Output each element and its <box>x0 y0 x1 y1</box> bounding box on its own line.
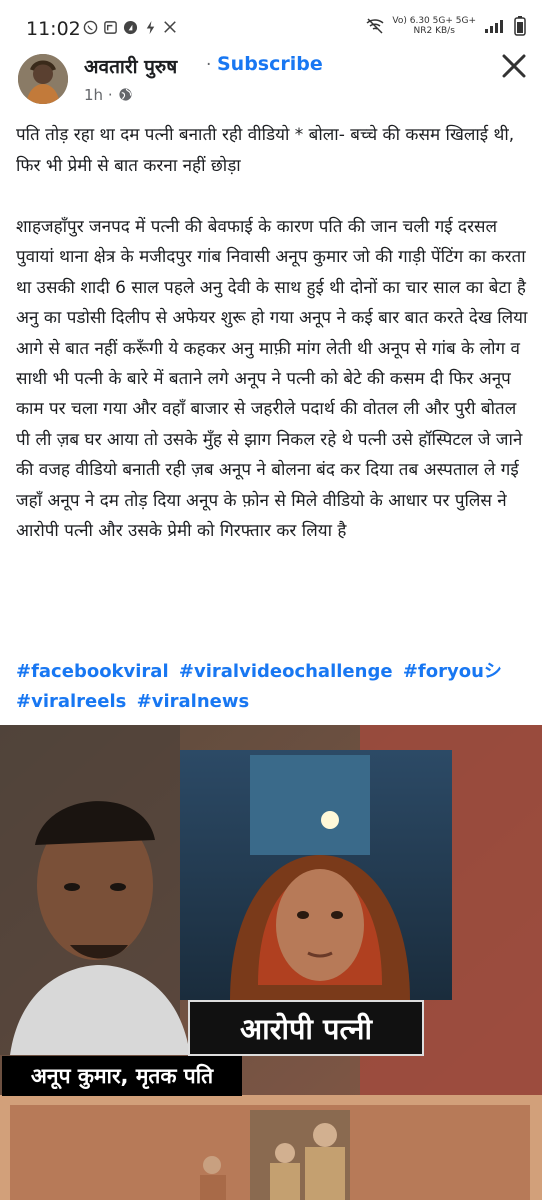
battery-icon <box>514 16 526 36</box>
hashtags: #facebookviral #viralvideochallenge #for… <box>16 657 530 717</box>
close-icon[interactable] <box>498 50 530 82</box>
subscribe-button[interactable]: Subscribe <box>217 53 323 75</box>
hashtag[interactable]: #viralnews <box>137 691 250 712</box>
post-time: 1h · <box>84 86 113 104</box>
hashtag[interactable]: #foryouシ <box>403 661 502 682</box>
app-notification-icon <box>102 19 118 35</box>
hashtag[interactable]: #facebookviral <box>16 661 169 682</box>
globe-icon <box>119 88 132 101</box>
whatsapp-icon <box>82 19 98 35</box>
signal-icon <box>485 20 503 33</box>
post-title: पति तोड़ रहा था दम पत्नी बनाती रही वीडिय… <box>16 125 515 176</box>
wifi-off-icon <box>366 18 384 34</box>
x-app-icon <box>162 19 178 35</box>
profile-name[interactable]: अवतारी पुरुष <box>84 53 177 79</box>
flash-icon <box>142 19 158 35</box>
post-body: शाहजहाँपुर जनपद में पत्नी की बेवफाई के क… <box>16 217 528 542</box>
post-image[interactable] <box>0 725 542 1200</box>
network-info-top: Vo) 6.30 5G+ 5G+ <box>392 16 476 26</box>
profile-avatar[interactable] <box>18 54 68 104</box>
network-info-bottom: NR2 KB/s <box>413 26 455 36</box>
notification-icons <box>82 19 178 35</box>
hashtag[interactable]: #viralvideochallenge <box>179 661 393 682</box>
status-time: 11:02 <box>26 18 81 40</box>
network-status: Vo) 6.30 5G+ 5G+ NR2 KB/s <box>366 16 526 36</box>
caption-deceased-husband: अनूप कुमार, मृतक पति <box>2 1056 242 1096</box>
rocket-notification-icon <box>122 19 138 35</box>
hashtag[interactable]: #viralreels <box>16 691 126 712</box>
header-separator: · <box>206 55 212 75</box>
caption-accused-wife: आरोपी पत्नी <box>188 1000 424 1056</box>
status-bar: 11:02 Vo) 6.30 5G+ 5G+ NR2 KB/s <box>0 0 542 44</box>
